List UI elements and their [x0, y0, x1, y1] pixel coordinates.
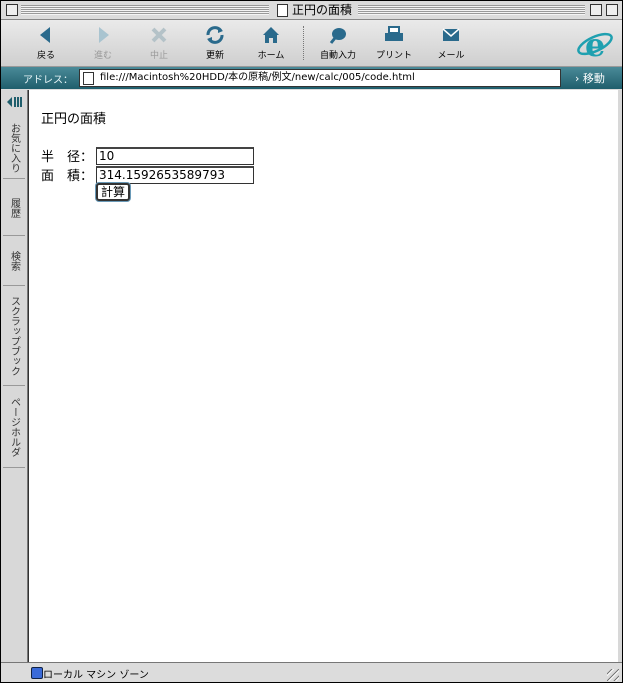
- address-input[interactable]: file:///Macintosh%20HDD/本の原稿/例文/new/calc…: [79, 69, 561, 87]
- radius-row: 半 径：: [41, 146, 254, 165]
- title-bar[interactable]: 正円の面積: [1, 1, 622, 20]
- printer-icon: [385, 26, 403, 41]
- tab-search[interactable]: 検索: [3, 237, 25, 286]
- status-bar: ローカル マシン ゾーン: [1, 662, 622, 682]
- browser-window: 正円の面積 戻る 進む 中止 更新 ホーム 自動入力 プリント メール e アド…: [0, 0, 623, 683]
- area-output[interactable]: [96, 165, 254, 184]
- go-button[interactable]: › 移動: [575, 70, 605, 86]
- back-arrow-icon: [40, 27, 50, 43]
- title-stripes: [21, 5, 269, 15]
- local-zone-icon: [31, 667, 43, 679]
- explorer-bar-toggle-icon[interactable]: [5, 94, 23, 110]
- mail-icon: [442, 28, 460, 41]
- toolbar: 戻る 進む 中止 更新 ホーム 自動入力 プリント メール e: [1, 20, 622, 67]
- svg-text:e: e: [585, 26, 605, 62]
- autofill-button[interactable]: 自動入力: [310, 22, 366, 64]
- toolbar-separator: [303, 26, 305, 60]
- tab-history[interactable]: 履歴: [3, 180, 25, 236]
- print-button[interactable]: プリント: [366, 22, 422, 64]
- right-border: [618, 90, 622, 662]
- area-row: 面 積：: [41, 165, 254, 184]
- calculate-button[interactable]: 計算: [96, 183, 131, 201]
- page-heading: 正円の面積: [41, 112, 107, 127]
- radius-input[interactable]: [96, 146, 254, 165]
- refresh-icon: [206, 26, 224, 44]
- window-title-text: 正円の面積: [292, 3, 353, 17]
- window-title: 正円の面積: [271, 2, 359, 18]
- stop-button[interactable]: 中止: [131, 22, 187, 64]
- zone-text: ローカル マシン ゾーン: [43, 670, 149, 681]
- resize-grip-icon[interactable]: [607, 669, 619, 681]
- stop-x-icon: [151, 27, 167, 43]
- address-url: file:///Macintosh%20HDD/本の原稿/例文/new/calc…: [100, 72, 415, 83]
- area-label: 面 積：: [41, 169, 94, 184]
- refresh-button[interactable]: 更新: [187, 22, 243, 64]
- home-button[interactable]: ホーム: [243, 22, 299, 64]
- explorer-bar-tabs: お気に入り 履歴 検索 スクラップブック ページホルダ: [1, 90, 28, 662]
- forward-arrow-icon: [99, 27, 109, 43]
- mail-button[interactable]: メール: [423, 22, 479, 64]
- internet-explorer-logo-icon: e: [577, 26, 613, 62]
- page-content: 正円の面積 半 径： 面 積： 計算: [28, 90, 619, 662]
- home-icon: [263, 27, 279, 43]
- zoom-box-icon[interactable]: [590, 4, 602, 16]
- collapse-box-icon[interactable]: [606, 4, 618, 16]
- tab-favorites[interactable]: お気に入り: [3, 118, 25, 179]
- title-stripes: [353, 5, 585, 15]
- address-label: アドレス：: [23, 75, 73, 86]
- close-box-icon[interactable]: [6, 4, 18, 16]
- file-icon: [83, 72, 94, 85]
- autofill-icon: [329, 28, 346, 44]
- address-bar: アドレス： file:///Macintosh%20HDD/本の原稿/例文/ne…: [1, 67, 622, 89]
- forward-button[interactable]: 進む: [75, 22, 131, 64]
- document-icon: [277, 3, 288, 17]
- tab-scrapbook[interactable]: スクラップブック: [3, 287, 25, 386]
- radius-label: 半 径：: [41, 150, 94, 165]
- back-button[interactable]: 戻る: [18, 22, 74, 64]
- tab-page-holder[interactable]: ページホルダ: [3, 387, 25, 468]
